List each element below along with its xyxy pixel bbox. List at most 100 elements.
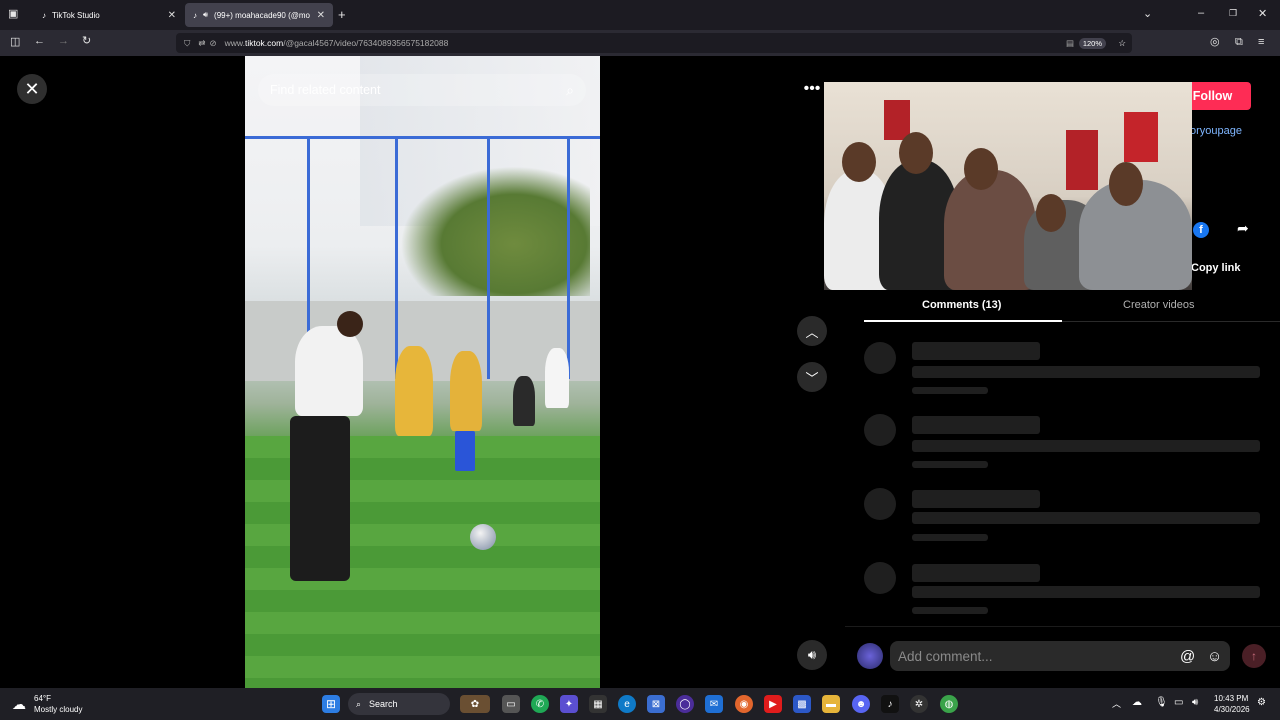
comment-input[interactable]: Add comment... @ ☺: [890, 641, 1230, 671]
chevron-down-icon: ﹀: [805, 370, 819, 386]
skeleton-line: [912, 366, 1260, 378]
related-content-search[interactable]: Find related content ⌕: [258, 74, 586, 106]
shield-icon[interactable]: ⛉: [184, 38, 190, 49]
previous-video-button[interactable]: ︿: [797, 316, 827, 346]
tab-tiktok-studio[interactable]: ♪ TikTok Studio ✕: [34, 3, 184, 27]
send-button[interactable]: ↑: [1242, 644, 1266, 668]
weather-temp[interactable]: 64°F: [34, 694, 51, 703]
reload-icon[interactable]: ↻: [82, 36, 91, 47]
skeleton-avatar: [864, 488, 896, 520]
taskbar-search[interactable]: ⌕ Search: [348, 693, 450, 715]
at-icon[interactable]: @: [1180, 648, 1195, 665]
start-button[interactable]: ⊞: [322, 695, 340, 713]
tab-close-icon[interactable]: ✕: [317, 10, 325, 21]
tab-title: (99+) moahacade90 (@moha: [214, 10, 311, 20]
minimize-icon[interactable]: –: [1198, 8, 1204, 19]
facebook-icon[interactable]: f: [1193, 222, 1209, 238]
app-grid-icon[interactable]: ▩: [793, 695, 811, 713]
video-player-black-shirt: [513, 376, 535, 426]
file-explorer-icon[interactable]: ▬: [822, 695, 840, 713]
skeleton-line: [912, 534, 988, 541]
onedrive-icon[interactable]: ☁: [1132, 697, 1142, 708]
volume-icon: 🔊︎: [807, 647, 817, 662]
skeleton-line: [912, 416, 1040, 434]
search-input[interactable]: Find related content: [270, 83, 381, 97]
pip-jersey: [1066, 130, 1098, 190]
firefox-icon[interactable]: ◉: [735, 695, 753, 713]
maximize-icon[interactable]: ❐: [1229, 9, 1237, 18]
widgets-icon[interactable]: ✿: [460, 695, 490, 713]
chrome-icon[interactable]: ◍: [940, 695, 958, 713]
whatsapp-icon[interactable]: ✆: [531, 695, 549, 713]
copilot-icon[interactable]: ✦: [560, 695, 578, 713]
tiktok-favicon-icon: ♪: [42, 10, 46, 20]
tab-creator-videos[interactable]: Creator videos: [1123, 299, 1195, 311]
clock-date[interactable]: 4/30/2026: [1214, 705, 1250, 714]
video-player-black-pants: [290, 416, 350, 581]
volume-tray-icon[interactable]: 🔊︎: [1192, 697, 1198, 708]
outlook-icon[interactable]: ✉: [705, 695, 723, 713]
video-player-white-shirt: [295, 326, 363, 416]
next-video-button[interactable]: ﹀: [797, 362, 827, 392]
youtube-icon[interactable]: ▶: [764, 695, 782, 713]
list-tabs-icon[interactable]: ⌄: [1143, 9, 1152, 20]
network-icon[interactable]: ▭: [1174, 697, 1183, 708]
picture-in-picture-video[interactable]: [824, 82, 1192, 290]
tiktok-icon[interactable]: ♪: [881, 695, 899, 713]
video-scene-fence: [245, 136, 600, 379]
tab-overview-icon[interactable]: ▣: [8, 9, 18, 20]
mute-icon[interactable]: ⊘: [210, 38, 217, 49]
url-text: www.tiktok.com/@gacal4567/video/76340893…: [224, 38, 449, 48]
permissions-icon[interactable]: ⇄: [198, 38, 205, 49]
pip-flag: [1124, 112, 1158, 162]
copy-link-button[interactable]: Copy link: [1191, 262, 1241, 274]
emoji-icon[interactable]: ☺: [1207, 648, 1222, 665]
skeleton-line: [912, 512, 1260, 524]
comment-placeholder: Add comment...: [898, 648, 993, 664]
bookmark-star-icon[interactable]: ☆: [1118, 38, 1126, 49]
skeleton-line: [912, 607, 988, 614]
pip-poster: [884, 100, 910, 140]
back-icon[interactable]: ←: [34, 36, 45, 47]
video-player[interactable]: Find related content ⌕: [245, 56, 600, 688]
skeleton-avatar: [864, 414, 896, 446]
discord-icon[interactable]: ☻: [852, 695, 870, 713]
edge-icon[interactable]: e: [618, 695, 636, 713]
video-football: [470, 524, 496, 550]
account-icon[interactable]: ◎: [1210, 37, 1220, 48]
forward-icon[interactable]: →: [58, 36, 69, 47]
weather-description[interactable]: Mostly cloudy: [34, 705, 82, 714]
pip-face: [899, 132, 933, 174]
new-tab-button[interactable]: +: [338, 8, 346, 21]
pip-face: [1109, 162, 1143, 206]
tab-active-video[interactable]: ♪ 🔊︎ (99+) moahacade90 (@moha ✕: [185, 3, 333, 27]
close-button[interactable]: ✕: [17, 74, 47, 104]
share-arrow-icon[interactable]: ➦: [1237, 220, 1249, 237]
microphone-icon[interactable]: 🎙︎: [1155, 697, 1168, 708]
zoom-level[interactable]: 120%: [1078, 37, 1106, 49]
address-bar[interactable]: ⛉ ⇄ ⊘ www.tiktok.com/@gacal4567/video/76…: [176, 33, 1132, 53]
notifications-icon[interactable]: ⚙: [1257, 697, 1266, 708]
menu-icon[interactable]: ≡: [1258, 37, 1264, 48]
clock-time[interactable]: 10:43 PM: [1214, 694, 1248, 703]
sidebar-icon[interactable]: ◫: [10, 37, 20, 48]
extensions-icon[interactable]: ⧉: [1235, 37, 1243, 48]
app-icon[interactable]: ▦: [589, 695, 607, 713]
show-hidden-icons-icon[interactable]: ︿: [1112, 697, 1121, 710]
tab-comments[interactable]: Comments (13): [922, 299, 1001, 311]
store-icon[interactable]: ⊠: [647, 695, 665, 713]
username-link[interactable]: oryoupage: [1190, 125, 1242, 137]
window-close-icon[interactable]: ✕: [1258, 9, 1267, 20]
reader-view-icon[interactable]: ▤: [1066, 38, 1074, 49]
active-tab-indicator: [864, 320, 1062, 322]
speaker-icon[interactable]: 🔊︎: [203, 10, 208, 20]
chatgpt-icon[interactable]: ✲: [910, 695, 928, 713]
tab-close-icon[interactable]: ✕: [168, 10, 176, 21]
weather-icon[interactable]: ☁: [12, 696, 26, 713]
more-icon[interactable]: •••: [797, 74, 827, 104]
search-icon[interactable]: ⌕: [566, 82, 574, 99]
volume-button[interactable]: 🔊︎: [797, 640, 827, 670]
app-circle-icon[interactable]: ◯: [676, 695, 694, 713]
task-view-icon[interactable]: ▭: [502, 695, 520, 713]
video-player-blue-pants: [455, 431, 475, 471]
